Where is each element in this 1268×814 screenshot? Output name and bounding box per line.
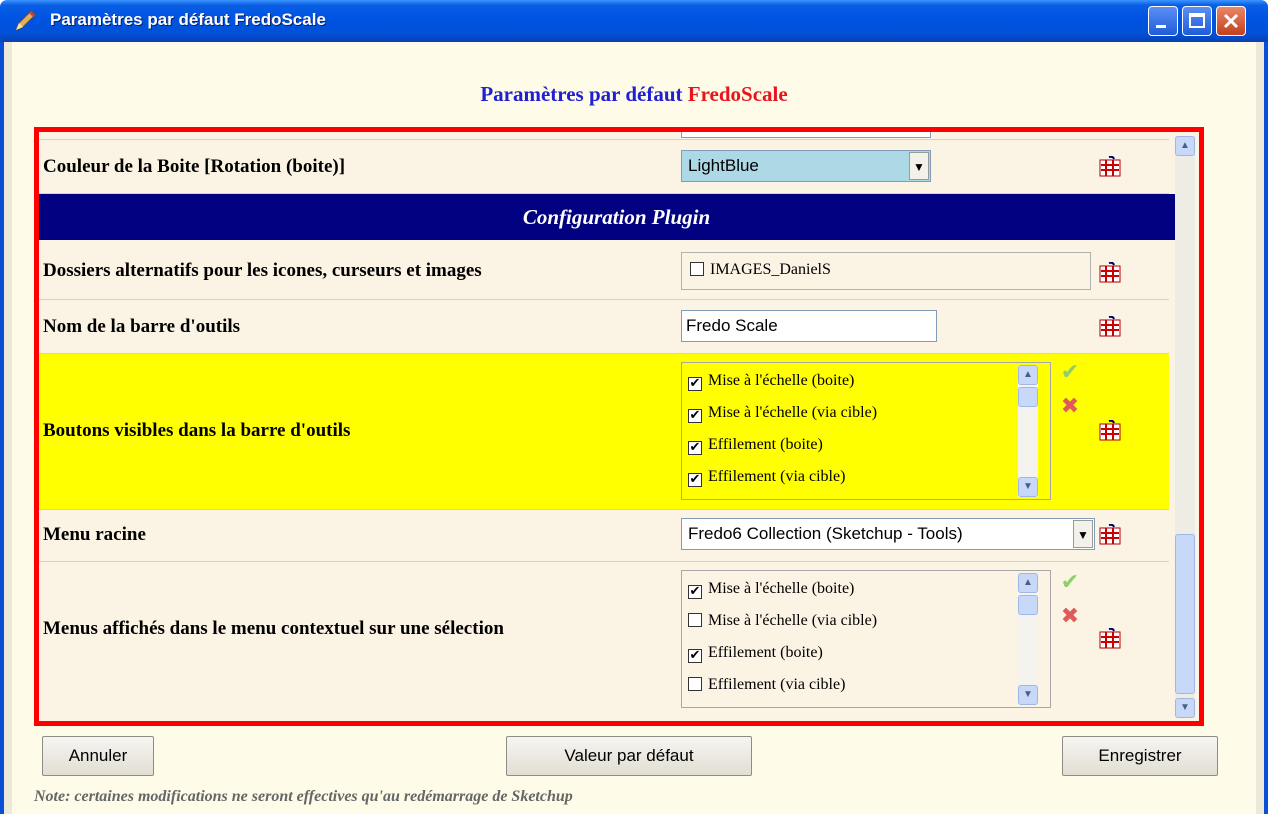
restart-note: Note: certaines modifications ne seront … — [34, 788, 573, 805]
list-item[interactable]: ✔ Effilement (boite) — [688, 641, 823, 665]
row-toolbar-name: Nom de la barre d'outils Fredo Scale — [39, 300, 1169, 354]
list-item-label: Mise à l'échelle (via cible) — [708, 404, 878, 421]
partial-combo — [681, 132, 931, 138]
context-menus-label: Menus affichés dans le menu contextuel s… — [43, 618, 504, 639]
scroll-down-icon[interactable]: ▼ — [1175, 698, 1195, 718]
root-menu-value: Fredo6 Collection (Sketchup - Tools) — [688, 524, 963, 543]
reset-default-icon[interactable] — [1099, 316, 1121, 338]
checkbox-checked[interactable]: ✔ — [688, 585, 702, 599]
default-value-button[interactable]: Valeur par défaut — [506, 736, 752, 776]
scroll-up-icon[interactable]: ▲ — [1018, 573, 1038, 593]
check-all-icon[interactable]: ✔ — [1059, 362, 1081, 384]
list-item[interactable]: ✔ Effilement (boite) — [688, 433, 823, 457]
heading-brand: FredoScale — [687, 82, 788, 106]
reset-default-icon[interactable] — [1099, 524, 1121, 546]
check-all-icon[interactable]: ✔ — [1059, 572, 1081, 594]
uncheck-all-icon[interactable]: ✖ — [1059, 396, 1081, 418]
minimize-icon — [1156, 25, 1166, 28]
list-scrollbar[interactable]: ▲ ▼ — [1018, 573, 1038, 705]
chevron-down-icon[interactable]: ▼ — [1073, 520, 1093, 548]
heading-prefix: Paramètres par défaut — [480, 82, 683, 106]
maximize-icon — [1189, 13, 1205, 28]
context-menus-list: ✔ Mise à l'échelle (boite) Mise à l'échel… — [681, 570, 1051, 708]
box-color-value: LightBlue — [688, 156, 759, 175]
pencil-icon — [15, 10, 36, 31]
close-icon — [1223, 13, 1239, 29]
list-item[interactable]: Mise à l'échelle (via cible) — [688, 609, 877, 633]
scroll-up-icon[interactable]: ▲ — [1018, 365, 1038, 385]
settings-panel: Couleur de la Boite [Rotation (boite)] L… — [34, 127, 1204, 726]
row-toolbar-buttons: Boutons visibles dans la barre d'outils … — [39, 354, 1169, 510]
uncheck-all-icon[interactable]: ✖ — [1059, 606, 1081, 628]
checkbox-checked[interactable]: ✔ — [688, 441, 702, 455]
list-item[interactable]: ✔ Effilement (via cible) — [688, 465, 845, 489]
page-heading: Paramètres par défaut FredoScale — [12, 82, 1256, 107]
scroll-thumb[interactable] — [1018, 387, 1038, 407]
alt-folders-option-label: IMAGES_DanielS — [710, 261, 831, 278]
list-item-label: Mise à l'échelle (boite) — [708, 580, 855, 597]
checkbox-unchecked[interactable] — [690, 262, 704, 276]
checkbox-checked[interactable]: ✔ — [688, 377, 702, 391]
list-item-label: Effilement (boite) — [708, 644, 823, 661]
root-menu-select[interactable]: Fredo6 Collection (Sketchup - Tools) ▼ — [681, 518, 1095, 550]
window-title: Paramètres par défaut FredoScale — [50, 10, 326, 29]
list-item[interactable]: ✔ Mise à l'échelle (via cible) — [688, 401, 877, 425]
save-button[interactable]: Enregistrer — [1062, 736, 1218, 776]
row-alt-folders: Dossiers alternatifs pour les icones, cu… — [39, 240, 1169, 300]
scroll-thumb[interactable] — [1175, 534, 1195, 694]
list-item-label: Effilement (via cible) — [708, 468, 846, 485]
checkbox-checked[interactable]: ✔ — [688, 649, 702, 663]
reset-default-icon[interactable] — [1099, 262, 1121, 284]
box-color-select[interactable]: LightBlue ▼ — [681, 150, 931, 182]
scroll-thumb[interactable] — [1018, 595, 1038, 615]
alt-folders-option[interactable]: IMAGES_DanielS — [690, 261, 831, 279]
scroll-down-icon[interactable]: ▼ — [1018, 685, 1038, 705]
list-item[interactable]: ✔ Mise à l'échelle (boite) — [688, 369, 854, 393]
partial-row — [39, 132, 1169, 140]
list-scrollbar[interactable]: ▲ ▼ — [1018, 365, 1038, 497]
alt-folders-label: Dossiers alternatifs pour les icones, cu… — [43, 260, 482, 281]
list-item-label: Effilement (via cible) — [708, 676, 846, 693]
list-item-label: Mise à l'échelle (via cible) — [708, 612, 878, 629]
root-menu-label: Menu racine — [43, 524, 146, 545]
close-button[interactable] — [1216, 6, 1246, 36]
reset-default-icon[interactable] — [1099, 628, 1121, 650]
checkbox-checked[interactable]: ✔ — [688, 473, 702, 487]
checkbox-unchecked[interactable] — [688, 613, 702, 627]
reset-default-icon[interactable] — [1099, 420, 1121, 442]
list-item-label: Effilement (boite) — [708, 436, 823, 453]
title-bar: Paramètres par défaut FredoScale — [0, 0, 1268, 42]
row-root-menu: Menu racine Fredo6 Collection (Sketchup … — [39, 510, 1169, 562]
row-box-color: Couleur de la Boite [Rotation (boite)] L… — [39, 140, 1169, 194]
minimize-button[interactable] — [1148, 6, 1178, 36]
alt-folders-list: IMAGES_DanielS — [681, 252, 1091, 290]
scroll-up-icon[interactable]: ▲ — [1175, 136, 1195, 156]
list-item[interactable]: ✔ Mise à l'échelle (boite) — [688, 577, 854, 601]
reset-default-icon[interactable] — [1099, 156, 1121, 178]
checkbox-checked[interactable]: ✔ — [688, 409, 702, 423]
toolbar-name-label: Nom de la barre d'outils — [43, 316, 241, 337]
toolbar-buttons-label: Boutons visibles dans la barre d'outils — [43, 420, 351, 441]
checkbox-unchecked[interactable] — [688, 677, 702, 691]
toolbar-buttons-list: ✔ Mise à l'échelle (boite) ✔ Mise à l'éche… — [681, 362, 1051, 500]
list-item[interactable]: Effilement (via cible) — [688, 673, 845, 697]
maximize-button[interactable] — [1182, 6, 1212, 36]
section-configuration-plugin: Configuration Plugin — [39, 194, 1194, 240]
chevron-down-icon[interactable]: ▼ — [909, 152, 929, 180]
row-context-menus: Menus affichés dans le menu contextuel s… — [39, 562, 1169, 721]
main-scrollbar[interactable]: ▲ ▼ — [1175, 136, 1195, 718]
list-item-label: Mise à l'échelle (boite) — [708, 372, 855, 389]
cancel-button[interactable]: Annuler — [42, 736, 154, 776]
toolbar-name-input[interactable]: Fredo Scale — [681, 310, 937, 342]
scroll-down-icon[interactable]: ▼ — [1018, 477, 1038, 497]
box-color-label: Couleur de la Boite [Rotation (boite)] — [43, 156, 346, 177]
